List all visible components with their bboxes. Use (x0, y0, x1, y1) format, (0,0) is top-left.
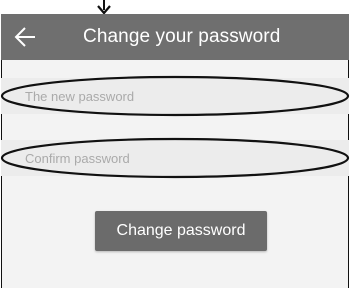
back-button[interactable] (5, 14, 45, 60)
arrow-left-icon (14, 27, 35, 47)
page-title: Change your password (83, 26, 281, 47)
new-password-field-wrap (0, 75, 350, 117)
confirm-password-input[interactable] (1, 140, 349, 176)
app-bar: Change your password (1, 14, 349, 60)
confirm-password-field-wrap (0, 137, 350, 179)
change-password-button[interactable]: Change password (95, 211, 267, 251)
new-password-input[interactable] (1, 78, 349, 114)
